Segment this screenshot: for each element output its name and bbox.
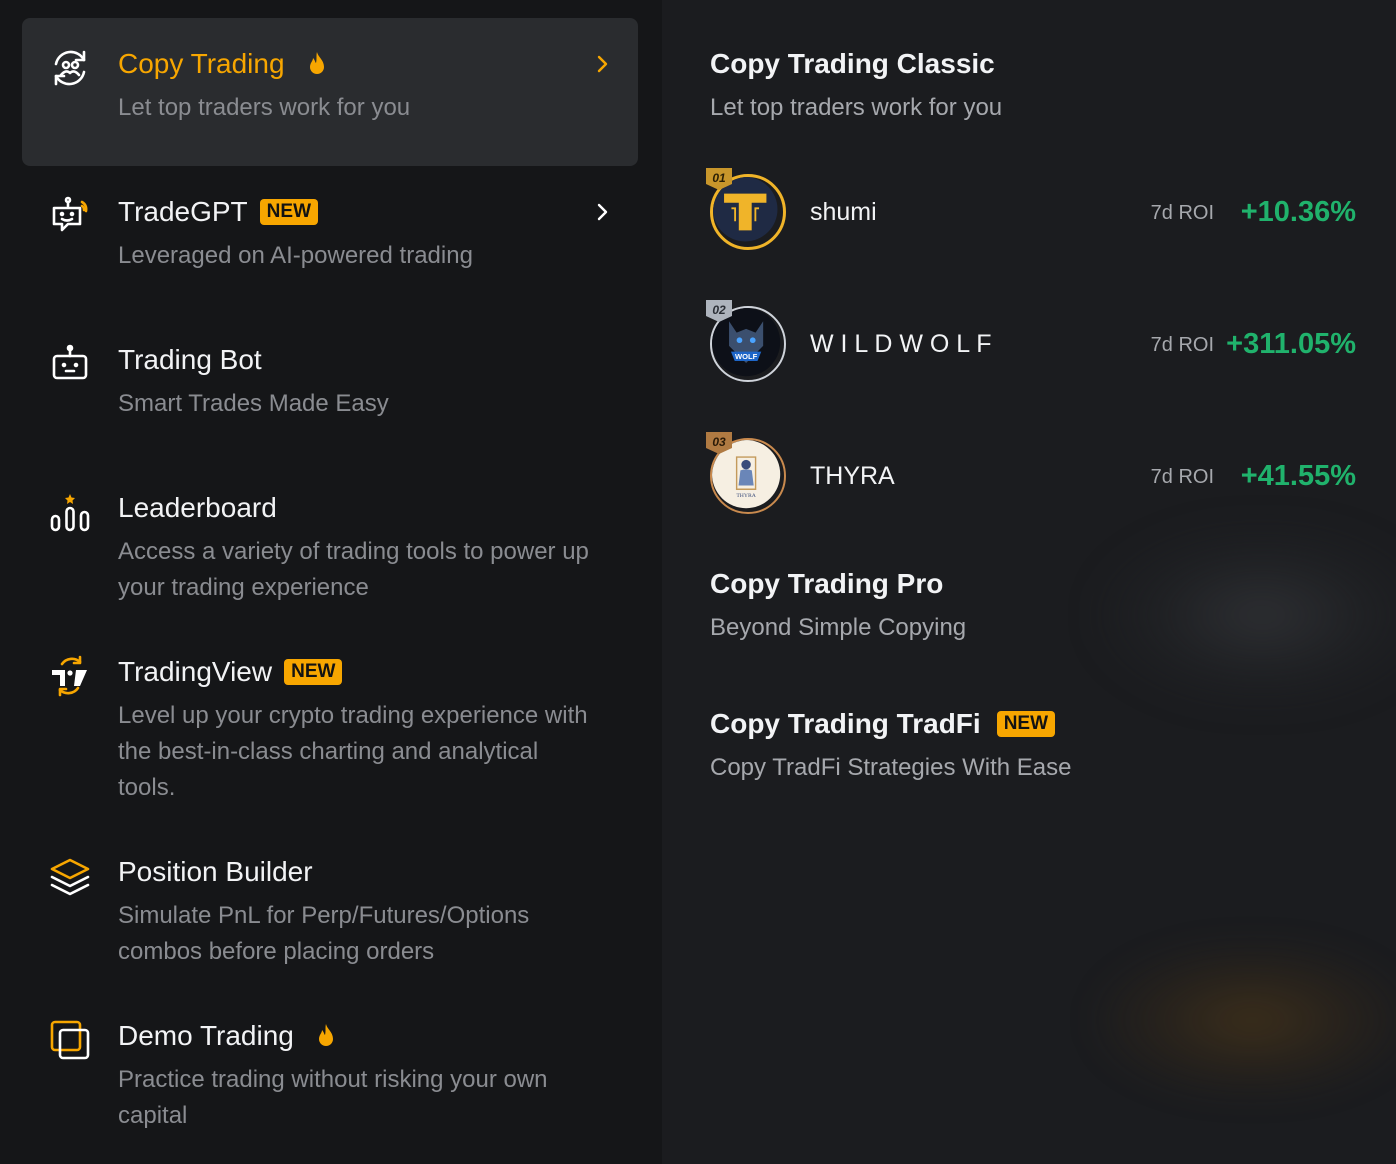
roi-label: 7d ROI — [1150, 466, 1214, 488]
svg-text:WOLF: WOLF — [735, 352, 758, 361]
tradegpt-icon — [48, 194, 92, 238]
chevron-right-icon — [592, 54, 612, 74]
trader-row[interactable]: THYRA 03 THYRA 7d ROI +41.55% — [706, 432, 1356, 522]
menu-item-title: Trading Bot — [118, 344, 262, 375]
menu-item-desc: Smart Trades Made Easy — [118, 390, 389, 417]
leaderboard-icon — [48, 490, 92, 534]
classic-title[interactable]: Copy Trading Classic — [710, 46, 995, 82]
menu-item-desc: Simulate PnL for Perp/Futures/Options co… — [118, 902, 530, 965]
rank-badge: 02 — [706, 300, 732, 322]
flame-icon — [314, 1023, 338, 1049]
tradingview-icon — [48, 654, 92, 698]
menu-item-desc: Practice trading without risking your ow… — [118, 1066, 548, 1129]
blurred-decoration — [1092, 520, 1396, 710]
blurred-decoration — [1092, 940, 1396, 1100]
menu-item-position-builder[interactable]: Position Builder Simulate PnL for Perp/F… — [22, 826, 638, 990]
menu-item-desc: Access a variety of trading tools to pow… — [118, 538, 589, 601]
rank-badge: 01 — [706, 168, 732, 190]
roi-label: 7d ROI — [1150, 202, 1214, 224]
menu-item-trading-bot[interactable]: Trading Bot Smart Trades Made Easy — [22, 314, 638, 462]
menu-item-desc: Leveraged on AI-powered trading — [118, 242, 473, 269]
menu-item-title: TradingView NEW — [118, 654, 343, 690]
trader-name: shumi — [810, 198, 877, 226]
menu-item-tradingview[interactable]: TradingView NEW Level up your crypto tra… — [22, 626, 638, 826]
demo-trading-icon — [48, 1018, 92, 1062]
trader-name: THYRA — [810, 462, 895, 490]
roi-value: +10.36% — [1240, 196, 1356, 228]
menu-item-title: Position Builder — [118, 856, 313, 887]
svg-text:03: 03 — [712, 435, 726, 449]
pro-subtitle: Beyond Simple Copying — [710, 614, 967, 641]
menu-item-title: Leaderboard — [118, 492, 277, 523]
copy-trading-panel: Copy Trading Classic Let top traders wor… — [662, 0, 1396, 1164]
menu-item-desc: Let top traders work for you — [118, 94, 411, 121]
pro-title[interactable]: Copy Trading Pro — [710, 566, 943, 602]
tradfi-title[interactable]: Copy Trading TradFi NEW — [710, 706, 1056, 742]
menu-item-title: Copy Trading — [118, 46, 329, 82]
menu-item-copy-trading[interactable]: Copy Trading Let top traders work for yo… — [22, 18, 638, 166]
trader-row[interactable]: WOLF 02 W I L D W O L F 7d ROI +311.05% — [706, 300, 1356, 390]
menu-item-leaderboard[interactable]: Leaderboard Access a variety of trading … — [22, 462, 638, 626]
tradfi-subtitle: Copy TradFi Strategies With Ease — [710, 754, 1072, 781]
copy-trading-icon — [48, 46, 92, 90]
menu-item-tradegpt[interactable]: TradeGPT NEW Leveraged on AI-powered tra… — [22, 166, 638, 314]
rank-badge: 03 — [706, 432, 732, 454]
svg-text:01: 01 — [712, 171, 726, 185]
layers-icon — [48, 854, 92, 898]
new-badge: NEW — [259, 199, 318, 225]
new-badge: NEW — [996, 711, 1056, 737]
svg-text:02: 02 — [712, 303, 726, 317]
menu-item-demo-trading[interactable]: Demo Trading Practice trading without ri… — [22, 990, 638, 1154]
flame-icon — [305, 51, 329, 77]
roi-value: +41.55% — [1240, 460, 1356, 492]
roi-value: +311.05% — [1226, 328, 1356, 360]
chevron-right-icon — [592, 202, 612, 222]
product-menu: Copy Trading Let top traders work for yo… — [0, 0, 662, 1164]
menu-item-desc: Level up your crypto trading experience … — [118, 702, 588, 801]
new-badge: NEW — [284, 659, 343, 685]
roi-label: 7d ROI — [1150, 334, 1214, 356]
trader-row[interactable]: 01 shumi 7d ROI +10.36% — [706, 168, 1356, 258]
menu-item-title: Demo Trading — [118, 1018, 338, 1054]
trader-name: W I L D W O L F — [810, 330, 992, 358]
svg-text:THYRA: THYRA — [736, 493, 756, 499]
classic-subtitle: Let top traders work for you — [710, 94, 1003, 121]
menu-item-title: TradeGPT NEW — [118, 194, 318, 230]
trading-bot-icon — [48, 342, 92, 386]
